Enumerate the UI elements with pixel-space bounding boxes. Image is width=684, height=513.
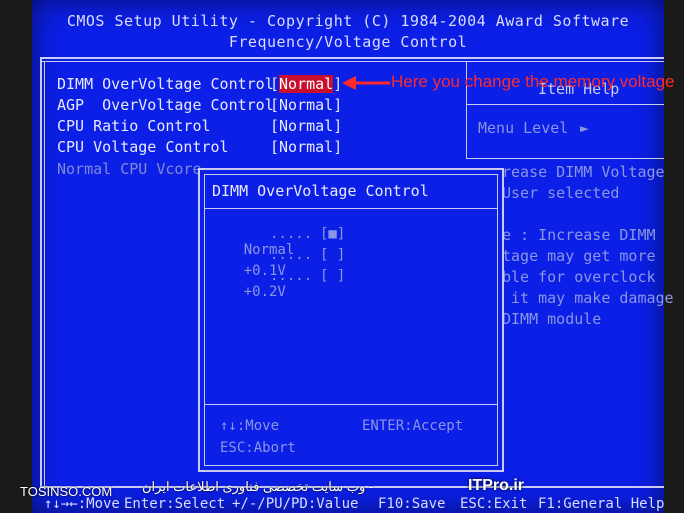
help-text-line: rease DIMM Voltage — [502, 163, 665, 181]
item-dimm-overvoltage-value[interactable]: [Normal] — [270, 75, 342, 93]
header-title: CMOS Setup Utility - Copyright (C) 1984-… — [66, 12, 630, 30]
help-title-divider — [466, 104, 664, 105]
key-help: F1:General Help — [538, 496, 665, 512]
help-text-line: e : Increase DIMM — [502, 226, 656, 244]
item-cpu-voltage[interactable]: CPU Voltage Control — [57, 138, 229, 156]
key-save: F10:Save — [378, 496, 446, 512]
key-value: +/-/PU/PD:Value — [232, 496, 359, 512]
item-cpu-voltage-value[interactable]: [Normal] — [270, 138, 342, 156]
dialog-title: DIMM OverVoltage Control — [212, 182, 429, 200]
frame-left-line-inner — [44, 61, 45, 487]
key-exit: ESC:Exit — [460, 496, 528, 512]
help-menu-divider — [466, 158, 664, 159]
dialog-footer-accept: ENTER:Accept — [362, 418, 464, 434]
watermark-brand: ITPro.ir — [468, 477, 525, 494]
help-text-line: User selected — [502, 184, 620, 202]
help-text-line: tage may get more — [502, 247, 656, 265]
key-select: Enter:Select — [124, 496, 226, 512]
option-plus-0-2v-checkbox[interactable]: [ ] — [320, 268, 345, 284]
item-dimm-overvoltage[interactable]: DIMM OverVoltage Control — [57, 75, 274, 93]
option-dots: ..... — [270, 226, 313, 242]
annotation-arrow-icon — [342, 76, 390, 90]
item-cpu-ratio-value[interactable]: [Normal] — [270, 117, 342, 135]
help-text-line: it may make damage — [502, 289, 674, 307]
option-label: +0.2V — [243, 284, 286, 300]
item-agp-overvoltage-value[interactable]: [Normal] — [270, 96, 342, 114]
selected-value-highlight: Normal — [279, 75, 334, 93]
help-text-line: DIMM module — [502, 310, 602, 328]
watermark-text: - وب سایت تخصصی فناوری اطلاعات ایران — [142, 479, 374, 494]
help-text-line: ble for overclock — [502, 268, 656, 286]
menu-level-arrow-icon: ► — [580, 119, 590, 137]
header-subtitle: Frequency/Voltage Control — [228, 33, 468, 51]
dimm-overvoltage-dialog: DIMM OverVoltage Control Normal ..... [■… — [198, 168, 504, 472]
option-plus-0-1v-checkbox[interactable]: [ ] — [320, 247, 345, 263]
option-dots: ..... — [270, 247, 313, 263]
frame-top-line — [40, 57, 664, 59]
key-move: ↑↓→←:Move — [44, 496, 120, 512]
dialog-footer-move: ↑↓:Move — [220, 418, 280, 434]
frame-left-line — [40, 57, 42, 487]
annotation-text: Here you change the memory voltage — [391, 72, 675, 91]
frame-top-line-inner — [40, 61, 664, 62]
dialog-footer-divider — [204, 404, 498, 405]
option-dots: ..... — [270, 268, 313, 284]
item-cpu-ratio[interactable]: CPU Ratio Control — [57, 117, 211, 135]
item-normal-cpu-vcore: Normal CPU Vcore — [57, 160, 202, 178]
dialog-title-divider — [204, 208, 498, 209]
dialog-footer-abort: ESC:Abort — [220, 440, 296, 456]
menu-level-label: Menu Level — [478, 119, 569, 137]
option-normal-checkbox[interactable]: [■] — [320, 226, 345, 242]
item-agp-overvoltage[interactable]: AGP OverVoltage Control — [57, 96, 274, 114]
